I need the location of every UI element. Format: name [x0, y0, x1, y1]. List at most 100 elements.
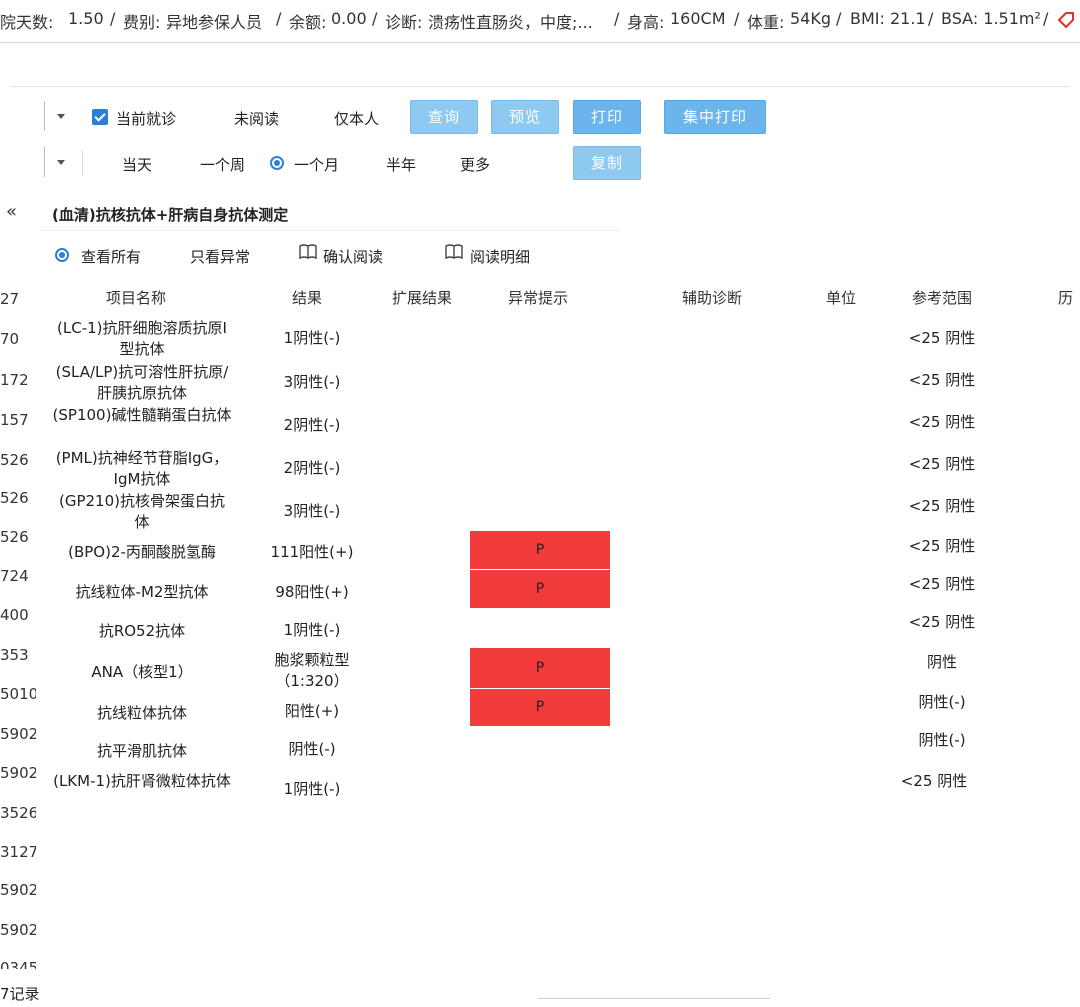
item-result: 胞浆颗粒型（1:320） — [274, 651, 350, 690]
separator: / — [928, 9, 934, 28]
table-row[interactable]: (BPO)2-丙酮酸脱氢酶 111阳性(+) P <25 阴性 — [52, 531, 1080, 569]
abnormal-flag: P — [470, 570, 610, 608]
record-id[interactable]: 172 — [0, 371, 36, 389]
table-row[interactable]: (LC-1)抗肝细胞溶质抗原I型抗体 1阴性(-) <25 阴性 — [52, 318, 1080, 360]
copy-button[interactable]: 复制 — [573, 146, 641, 180]
book-open-icon[interactable] — [444, 243, 464, 261]
current-visit-checkbox[interactable] — [92, 109, 108, 125]
view-abnormal-option[interactable]: 只看异常 — [190, 246, 250, 267]
table-row[interactable]: (SP100)碱性髓鞘蛋白抗体 2阴性(-) <25 阴性 — [52, 405, 1080, 447]
item-name: ANA（核型1） — [91, 663, 193, 681]
abnormal-flag: P — [470, 531, 610, 569]
col-header-result[interactable]: 结果 — [292, 287, 322, 308]
separator: / — [614, 9, 620, 28]
item-ref-range: <25 阴性 — [908, 613, 976, 631]
table-row[interactable]: 抗线粒体抗体 阳性(+) P 阴性(-) — [52, 689, 1080, 726]
record-id[interactable]: 526 — [0, 489, 36, 507]
bsa-value: BSA: 1.51m² — [941, 9, 1041, 28]
fee-type-value: 异地参保人员 — [166, 13, 263, 32]
item-name: 抗线粒体-M2型抗体 — [75, 583, 209, 601]
collapse-icon[interactable]: « — [6, 201, 17, 222]
report-title: (血清)抗核抗体+肝病自身抗体测定 — [52, 206, 289, 224]
item-ref-range: 阴性 — [926, 653, 957, 671]
record-id[interactable]: 157 — [0, 411, 36, 429]
current-visit-label[interactable]: 当前就诊 — [116, 108, 176, 129]
height-value: 160CM — [670, 9, 726, 28]
separator: / — [1043, 9, 1049, 28]
weight-value: 54Kg — [790, 9, 832, 28]
batch-print-button[interactable]: 集中打印 — [664, 100, 766, 134]
read-detail-button[interactable]: 阅读明细 — [470, 246, 530, 267]
item-result: 1阴性(-) — [283, 329, 341, 347]
col-header-name[interactable]: 项目名称 — [106, 287, 166, 308]
item-ref-range: <25 阴性 — [908, 329, 976, 347]
preview-button[interactable]: 预览 — [491, 100, 559, 134]
table-row[interactable]: 抗线粒体-M2型抗体 98阳性(+) P <25 阴性 — [52, 570, 1080, 608]
record-id[interactable]: 0345 — [0, 959, 36, 969]
range-more[interactable]: 更多 — [460, 154, 490, 175]
range-one-month-radio[interactable] — [270, 156, 284, 170]
record-id[interactable]: 27 — [0, 290, 36, 308]
record-id[interactable]: 5902 — [0, 764, 36, 782]
table-row[interactable]: (PML)抗神经节苷脂IgG，IgM抗体 2阴性(-) <25 阴性 — [52, 448, 1080, 490]
height-label: 身高: — [627, 13, 665, 32]
divider — [40, 230, 620, 231]
table-row[interactable]: (LKM-1)抗肝肾微粒体抗体 1阴性(-) <25 阴性 — [52, 771, 1080, 813]
print-button[interactable]: 打印 — [573, 100, 641, 134]
item-ref-range: <25 阴性 — [908, 371, 976, 389]
col-header-aux-diagnosis[interactable]: 辅助诊断 — [682, 287, 742, 308]
abnormal-flag: P — [470, 689, 610, 726]
col-header-history[interactable]: 历 — [1058, 287, 1073, 308]
record-id[interactable]: 5010 — [0, 685, 36, 703]
record-id[interactable]: 5902 — [0, 725, 36, 743]
fee-type-label: 费别: — [123, 13, 161, 32]
only-me-filter[interactable]: 仅本人 — [334, 108, 379, 129]
record-id[interactable]: 3127 — [0, 843, 36, 861]
col-header-abnormal[interactable]: 异常提示 — [508, 287, 568, 308]
record-id[interactable]: 70 — [0, 330, 36, 348]
col-header-ext-result[interactable]: 扩展结果 — [392, 287, 452, 308]
range-dropdown[interactable] — [44, 147, 75, 177]
book-icon[interactable] — [298, 243, 318, 261]
item-name: 抗线粒体抗体 — [96, 704, 187, 722]
record-id[interactable]: 5902 — [0, 881, 36, 899]
diagnosis-value[interactable]: 溃疡性直肠炎，中度;... — [428, 9, 600, 33]
bmi-value: BMI: 21.1 — [850, 9, 926, 28]
balance-label: 余额: — [289, 13, 327, 32]
col-header-unit[interactable]: 单位 — [826, 287, 856, 308]
view-all-radio[interactable] — [55, 248, 69, 262]
view-all-option[interactable]: 查看所有 — [81, 246, 141, 267]
record-id[interactable]: 400 — [0, 606, 36, 624]
table-row[interactable]: (GP210)抗核骨架蛋白抗体 3阴性(-) <25 阴性 — [52, 491, 1080, 533]
record-id[interactable]: 724 — [0, 567, 36, 585]
record-id[interactable]: 526 — [0, 451, 36, 469]
separator: / — [836, 9, 842, 28]
item-name: (SP100)碱性髓鞘蛋白抗体 — [52, 406, 232, 424]
col-header-ref-range[interactable]: 参考范围 — [912, 287, 972, 308]
weight-label: 体重: — [747, 13, 785, 32]
item-name: (BPO)2-丙酮酸脱氢酶 — [68, 543, 216, 561]
record-id[interactable]: 526 — [0, 528, 36, 546]
range-half-year[interactable]: 半年 — [386, 154, 416, 175]
range-today[interactable]: 当天 — [122, 154, 152, 175]
confirm-read-button[interactable]: 确认阅读 — [323, 246, 383, 267]
diagnosis-label: 诊断: — [385, 13, 423, 32]
table-row[interactable]: 抗RO52抗体 1阴性(-) <25 阴性 — [52, 610, 1080, 648]
item-result: 111阳性(+) — [270, 543, 354, 561]
query-button[interactable]: 查询 — [410, 100, 478, 134]
table-row[interactable]: 抗平滑肌抗体 阴性(-) 阴性(-) — [52, 730, 1080, 768]
department-dropdown[interactable] — [44, 101, 75, 131]
balance-value: 0.00 — [331, 9, 367, 28]
range-one-month[interactable]: 一个月 — [294, 154, 339, 175]
table-row[interactable]: ANA（核型1） 胞浆颗粒型（1:320） P 阴性 — [52, 648, 1080, 690]
record-id[interactable]: 5902 — [0, 921, 36, 939]
record-id[interactable]: 353 — [0, 646, 36, 664]
item-result: 2阴性(-) — [283, 459, 341, 477]
table-row[interactable]: (SLA/LP)抗可溶性肝抗原/肝胰抗原抗体 3阴性(-) <25 阴性 — [52, 362, 1080, 404]
separator: / — [372, 9, 378, 28]
item-name: 抗RO52抗体 — [98, 622, 186, 640]
unread-filter[interactable]: 未阅读 — [234, 108, 279, 129]
tag-icon[interactable] — [1056, 10, 1076, 30]
record-id[interactable]: 3526 — [0, 804, 36, 822]
range-one-week[interactable]: 一个周 — [200, 154, 245, 175]
